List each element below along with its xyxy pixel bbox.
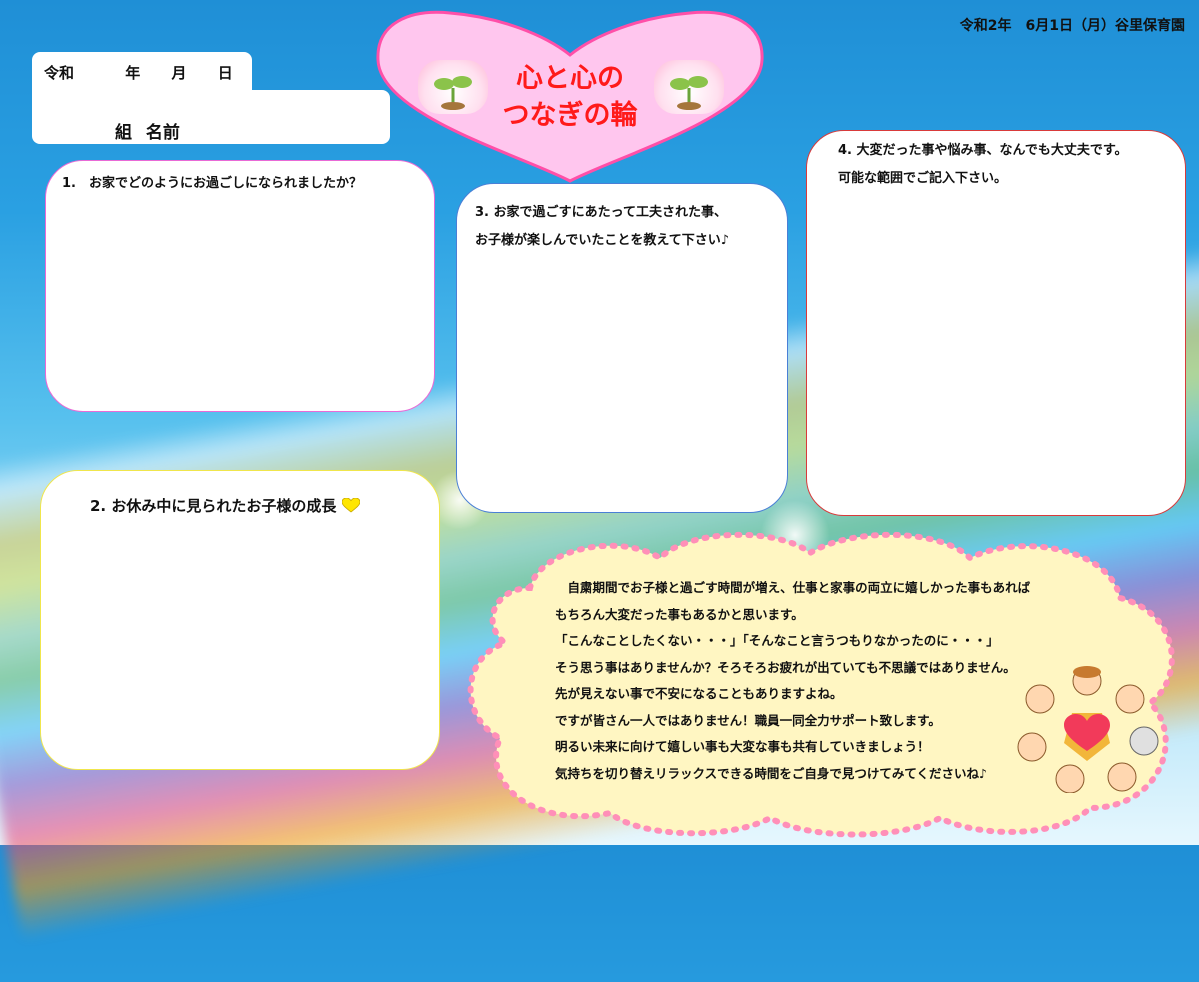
- question-3-label: 3. お家で過ごすにあたって工夫された事、 お子様が楽しんでいたことを教えて下さ…: [475, 199, 729, 255]
- message-line: もちろん大変だった事もあるかと思います。: [555, 606, 804, 622]
- title-line1: 心と心の: [516, 63, 624, 94]
- message-line: 自粛期間でお子様と過ごす時間が増え、仕事と家事の両立に嬉しかった事もあれば: [555, 580, 1031, 595]
- page-title: 心と心の つなぎの輪: [370, 60, 770, 134]
- date-school-label: 令和2年 6月1日（月）谷里保育園: [959, 18, 1185, 34]
- name-label: 名前: [145, 123, 180, 143]
- message-line: そう思う事はありませんか？そろそろお疲れが出ていても不思議ではありません。: [555, 659, 1016, 675]
- question-4-label: 4. 大変だった事や悩み事、なんでも大丈夫です。 可能な範囲でご記入下さい。: [838, 137, 1128, 193]
- question-2-label: 2. お休み中に見られたお子様の成長: [90, 492, 360, 520]
- year-label: 年: [125, 64, 141, 82]
- message-line: ですが皆さん一人ではありません！職員一同全力サポート致します。: [555, 712, 941, 728]
- question-3-line1: 3. お家で過ごすにあたって工夫された事、: [475, 205, 727, 220]
- people-circle-illustration: [1012, 663, 1162, 794]
- month-label: 月: [171, 64, 187, 82]
- message-line: 先が見えない事で不安になることもありますよね。: [555, 686, 843, 701]
- message-line: 「こんなことしたくない・・・」「そんなこと言うつもりなかったのに・・・」: [555, 633, 999, 648]
- message-line: 明るい未来に向けて嬉しい事も大変な事も共有していきましょう！: [555, 739, 930, 754]
- message-text: 自粛期間でお子様と過ごす時間が増え、仕事と家事の両立に嬉しかった事もあれば もち…: [555, 575, 1030, 787]
- question-4-line2: 可能な範囲でご記入下さい。: [838, 171, 1008, 186]
- class-name-fields: 組 名前: [115, 118, 180, 143]
- name-box: [32, 90, 390, 144]
- message-line: 気持ちを切り替えリラックスできる時間をご自身で見つけてみてくださいね♪: [555, 765, 987, 781]
- question-1-label: 1. お家でどのようにお過ごしになられましたか？: [62, 176, 362, 191]
- date-fields: 令和 年 月 日: [44, 62, 257, 83]
- question-4-line1: 4. 大変だった事や悩み事、なんでも大丈夫です。: [838, 143, 1128, 158]
- question-3-line2: お子様が楽しんでいたことを教えて下さい♪: [475, 233, 729, 248]
- day-label: 日: [217, 64, 233, 82]
- heart-icon: [341, 497, 360, 515]
- era-label: 令和: [44, 64, 75, 82]
- class-label: 組: [115, 123, 132, 143]
- title-heart: 心と心の つなぎの輪: [370, 5, 770, 185]
- question-2-text: 2. お休み中に見られたお子様の成長: [90, 497, 337, 515]
- title-line2: つなぎの輪: [502, 100, 638, 131]
